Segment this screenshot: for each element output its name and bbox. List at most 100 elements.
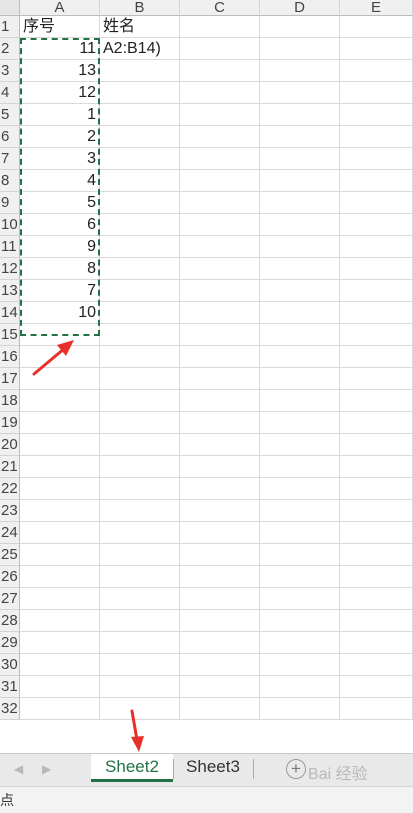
grid-cell[interactable] bbox=[260, 170, 340, 192]
grid-cell[interactable] bbox=[100, 698, 180, 720]
cell-A8[interactable]: 4 bbox=[20, 170, 100, 192]
row-header-3[interactable]: 3 bbox=[0, 60, 20, 82]
grid-cell[interactable] bbox=[180, 478, 260, 500]
row-header-21[interactable]: 21 bbox=[0, 456, 20, 478]
grid-cell[interactable] bbox=[100, 610, 180, 632]
grid-cell[interactable] bbox=[340, 192, 413, 214]
grid-cell[interactable] bbox=[180, 60, 260, 82]
grid-cell[interactable] bbox=[180, 390, 260, 412]
grid-cell[interactable] bbox=[100, 104, 180, 126]
next-sheet-icon[interactable]: ▶ bbox=[42, 762, 51, 776]
grid-cell[interactable] bbox=[180, 368, 260, 390]
grid-cell[interactable] bbox=[100, 500, 180, 522]
grid-cell[interactable] bbox=[180, 324, 260, 346]
tab-sheet2[interactable]: Sheet2 bbox=[91, 754, 173, 782]
grid-cell[interactable] bbox=[180, 456, 260, 478]
grid-cell[interactable] bbox=[100, 258, 180, 280]
row-header-4[interactable]: 4 bbox=[0, 82, 20, 104]
grid-cell[interactable] bbox=[100, 170, 180, 192]
grid-cell[interactable] bbox=[340, 170, 413, 192]
grid-cell[interactable] bbox=[180, 654, 260, 676]
grid-cell[interactable] bbox=[340, 676, 413, 698]
grid-cell[interactable] bbox=[180, 258, 260, 280]
grid-cell[interactable] bbox=[260, 390, 340, 412]
grid-cell[interactable] bbox=[180, 610, 260, 632]
grid-cell[interactable] bbox=[260, 16, 340, 38]
grid-cell[interactable] bbox=[20, 324, 100, 346]
grid-cell[interactable] bbox=[100, 390, 180, 412]
grid-cell[interactable] bbox=[180, 566, 260, 588]
grid-cell[interactable] bbox=[260, 654, 340, 676]
grid-cell[interactable] bbox=[180, 104, 260, 126]
row-header-5[interactable]: 5 bbox=[0, 104, 20, 126]
grid-cell[interactable] bbox=[340, 38, 413, 60]
row-header-25[interactable]: 25 bbox=[0, 544, 20, 566]
grid-cell[interactable] bbox=[340, 456, 413, 478]
grid-cell[interactable] bbox=[340, 478, 413, 500]
grid-cell[interactable] bbox=[260, 412, 340, 434]
grid-cell[interactable] bbox=[100, 434, 180, 456]
grid-cell[interactable] bbox=[340, 434, 413, 456]
grid-cell[interactable] bbox=[180, 676, 260, 698]
grid-cell[interactable] bbox=[340, 302, 413, 324]
grid-cell[interactable] bbox=[260, 588, 340, 610]
row-header-8[interactable]: 8 bbox=[0, 170, 20, 192]
grid-cell[interactable] bbox=[260, 698, 340, 720]
grid-cell[interactable] bbox=[260, 258, 340, 280]
grid-cell[interactable] bbox=[340, 236, 413, 258]
row-header-7[interactable]: 7 bbox=[0, 148, 20, 170]
cell-B1[interactable]: 姓名 bbox=[100, 16, 180, 38]
grid-cell[interactable] bbox=[260, 280, 340, 302]
grid-cell[interactable] bbox=[100, 126, 180, 148]
grid-cell[interactable] bbox=[20, 500, 100, 522]
grid-cell[interactable] bbox=[340, 280, 413, 302]
cell-A12[interactable]: 8 bbox=[20, 258, 100, 280]
grid-cell[interactable] bbox=[260, 434, 340, 456]
row-header-6[interactable]: 6 bbox=[0, 126, 20, 148]
column-header-D[interactable]: D bbox=[260, 0, 340, 16]
grid-cell[interactable] bbox=[260, 104, 340, 126]
grid-cell[interactable] bbox=[260, 500, 340, 522]
grid-cell[interactable] bbox=[20, 544, 100, 566]
grid-cell[interactable] bbox=[180, 126, 260, 148]
grid-cell[interactable] bbox=[180, 192, 260, 214]
grid-cell[interactable] bbox=[100, 412, 180, 434]
row-header-15[interactable]: 15 bbox=[0, 324, 20, 346]
grid-cell[interactable] bbox=[180, 632, 260, 654]
grid-cell[interactable] bbox=[100, 236, 180, 258]
grid-cell[interactable] bbox=[100, 280, 180, 302]
row-header-2[interactable]: 2 bbox=[0, 38, 20, 60]
column-header-B[interactable]: B bbox=[100, 0, 180, 16]
cell-A14[interactable]: 10 bbox=[20, 302, 100, 324]
cell-A7[interactable]: 3 bbox=[20, 148, 100, 170]
grid-cell[interactable] bbox=[100, 82, 180, 104]
grid-cell[interactable] bbox=[100, 588, 180, 610]
grid-cell[interactable] bbox=[260, 368, 340, 390]
grid-cell[interactable] bbox=[20, 654, 100, 676]
grid-cell[interactable] bbox=[20, 434, 100, 456]
grid-cell[interactable] bbox=[260, 214, 340, 236]
grid-cell[interactable] bbox=[180, 500, 260, 522]
grid-cell[interactable] bbox=[260, 192, 340, 214]
grid-cell[interactable] bbox=[340, 544, 413, 566]
grid-cell[interactable] bbox=[100, 566, 180, 588]
column-header-A[interactable]: A bbox=[20, 0, 100, 16]
column-header-C[interactable]: C bbox=[180, 0, 260, 16]
row-header-27[interactable]: 27 bbox=[0, 588, 20, 610]
grid-cell[interactable] bbox=[340, 368, 413, 390]
grid-cell[interactable] bbox=[260, 82, 340, 104]
column-header-E[interactable]: E bbox=[340, 0, 413, 16]
grid-cell[interactable] bbox=[260, 632, 340, 654]
grid-cell[interactable] bbox=[100, 346, 180, 368]
grid-cell[interactable] bbox=[260, 676, 340, 698]
grid-cell[interactable] bbox=[100, 192, 180, 214]
grid-cell[interactable] bbox=[100, 324, 180, 346]
grid-cell[interactable] bbox=[20, 566, 100, 588]
cell-A13[interactable]: 7 bbox=[20, 280, 100, 302]
grid-cell[interactable] bbox=[100, 654, 180, 676]
grid-cell[interactable] bbox=[100, 522, 180, 544]
grid-cell[interactable] bbox=[180, 522, 260, 544]
grid-cell[interactable] bbox=[340, 500, 413, 522]
grid-cell[interactable] bbox=[340, 126, 413, 148]
grid-cell[interactable] bbox=[100, 302, 180, 324]
